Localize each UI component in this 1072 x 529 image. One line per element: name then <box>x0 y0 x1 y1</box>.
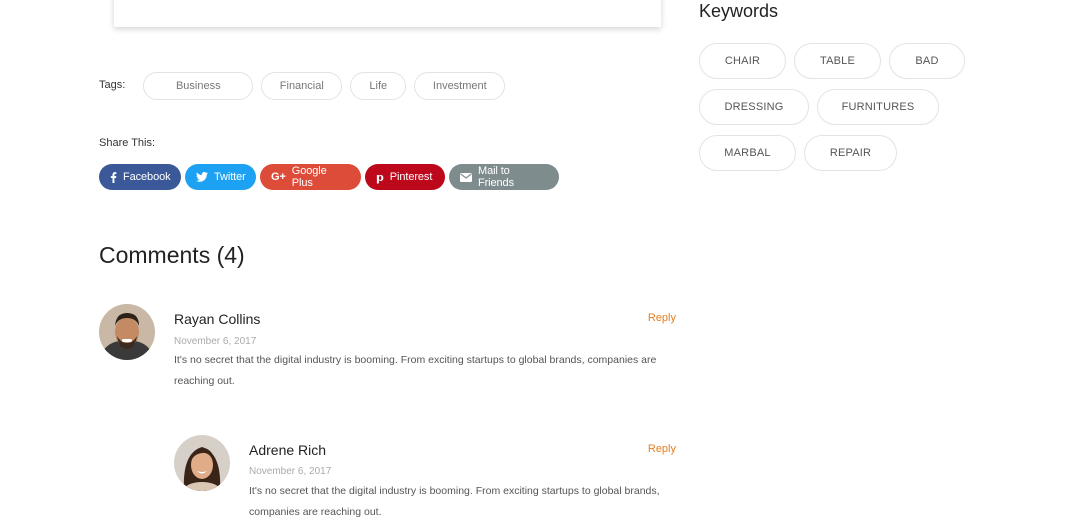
mail-icon <box>460 172 472 182</box>
share-pinterest-button[interactable]: 𝗽 Pinterest <box>365 164 445 190</box>
share-mail-button[interactable]: Mail to Friends <box>449 164 559 190</box>
share-facebook-button[interactable]: Facebook <box>99 164 181 190</box>
keyword-furnitures[interactable]: FURNITURES <box>817 89 939 125</box>
comment-date: November 6, 2017 <box>174 336 257 347</box>
avatar <box>99 304 155 360</box>
twitter-icon <box>196 172 208 182</box>
keyword-dressing[interactable]: DRESSING <box>699 89 809 125</box>
keyword-chair[interactable]: CHAIR <box>699 43 786 79</box>
tags-label: Tags: <box>99 79 126 91</box>
share-buttons: Facebook Twitter G+ Google Plus 𝗽 Pinter… <box>99 164 563 190</box>
comment-text: It's no secret that the digital industry… <box>174 354 657 387</box>
post-card-bottom <box>114 0 661 27</box>
comment-author[interactable]: Adrene Rich <box>249 442 326 458</box>
comment-item: Rayan Collins November 6, 2017 It's no s… <box>99 304 676 404</box>
tag-life[interactable]: Life <box>350 72 407 100</box>
keywords-title: Keywords <box>699 1 779 21</box>
share-mail-label: Mail to Friends <box>478 165 514 189</box>
share-twitter-button[interactable]: Twitter <box>185 164 256 190</box>
comment-text: It's no secret that the digital industry… <box>249 485 660 518</box>
facebook-icon <box>110 171 117 183</box>
reply-button[interactable]: Reply <box>648 312 676 324</box>
share-pinterest-label: Pinterest <box>389 171 433 183</box>
tag-financial[interactable]: Financial <box>261 72 343 100</box>
keyword-marbal[interactable]: MARBAL <box>699 135 796 171</box>
comment-item: Adrene Rich November 6, 2017 It's no sec… <box>174 435 676 529</box>
reply-button[interactable]: Reply <box>648 443 676 455</box>
keyword-repair[interactable]: REPAIR <box>804 135 897 171</box>
keywords-cloud: CHAIR TABLE BAD DRESSING FURNITURES MARB… <box>699 43 979 181</box>
comments-title: Comments (4) <box>99 242 245 268</box>
keyword-table[interactable]: TABLE <box>794 43 881 79</box>
share-google-plus-button[interactable]: G+ Google Plus <box>260 164 361 190</box>
pinterest-icon: 𝗽 <box>376 171 384 184</box>
keyword-bad[interactable]: BAD <box>889 43 965 79</box>
tags-row: Tags: Business Financial Life Investment <box>99 72 513 100</box>
tag-investment[interactable]: Investment <box>414 72 506 100</box>
google-plus-icon: G+ <box>271 171 286 183</box>
share-facebook-label: Facebook <box>123 171 171 183</box>
comment-date: November 6, 2017 <box>249 466 332 477</box>
share-google-plus-label: Google Plus <box>291 165 327 189</box>
comment-author[interactable]: Rayan Collins <box>174 311 260 327</box>
avatar <box>174 435 230 491</box>
share-twitter-label: Twitter <box>214 171 246 183</box>
tag-business[interactable]: Business <box>143 72 254 100</box>
share-label: Share This: <box>99 137 156 149</box>
